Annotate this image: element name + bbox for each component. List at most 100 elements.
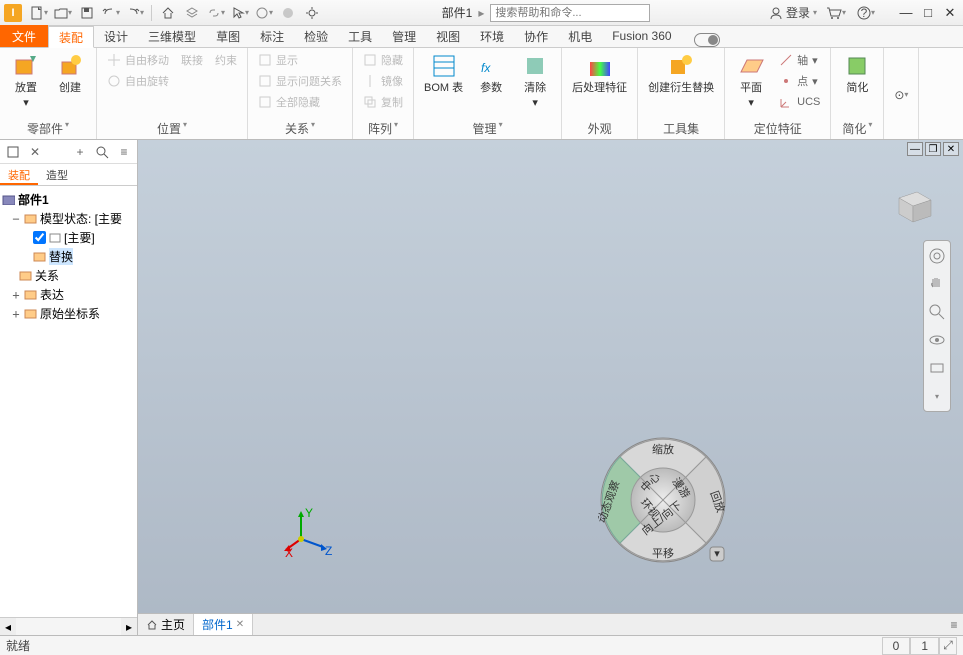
tab-assembly[interactable]: 装配 [48,26,94,48]
plane-button[interactable]: 平面▾ [731,50,771,112]
save-icon[interactable] [76,3,98,23]
point-button[interactable]: 点▾ [775,71,824,91]
hide-button[interactable]: 隐藏 [359,50,407,70]
nav-pan-icon[interactable] [926,273,948,295]
toggle-switch[interactable] [694,33,720,47]
open-icon[interactable]: ▾ [52,3,74,23]
tree-root[interactable]: 部件1 [2,190,135,209]
browser-add-icon[interactable]: + [71,143,89,161]
parameters-button[interactable]: fx参数 [471,50,511,97]
tree-node[interactable]: 关系 [2,266,135,285]
ribbon-tabs: 文件 装配 设计 三维模型 草图 标注 检验 工具 管理 视图 环境 协作 机电… [0,26,963,48]
panel-title-toolset: 工具集 [663,120,699,137]
tab-sketch[interactable]: 草图 [206,25,250,47]
tree-node[interactable]: −模型状态: [主要 [2,209,135,228]
tab-tools[interactable]: 工具 [338,25,382,47]
nav-wheel-icon[interactable] [926,245,948,267]
layers-icon[interactable] [181,3,203,23]
browser-hscroll[interactable]: ◂ ▸ [0,617,137,635]
browser-menu-icon[interactable]: ≡ [115,143,133,161]
tab-design[interactable]: 设计 [94,25,138,47]
vp-close-icon[interactable]: ✕ [943,142,959,156]
maximize-button[interactable]: □ [919,5,937,21]
nav-orbit-icon[interactable] [926,329,948,351]
ucs-button[interactable]: UCS [775,92,824,112]
scroll-left-icon[interactable]: ◂ [0,618,16,635]
tab-annotate[interactable]: 标注 [250,25,294,47]
browser-search-icon[interactable] [93,143,111,161]
tab-manage[interactable]: 管理 [382,25,426,47]
vp-tabs-menu-icon[interactable]: ≡ [945,616,963,634]
vp-tab-home[interactable]: 主页 [138,614,194,635]
vp-tab-doc[interactable]: 部件1✕ [194,614,253,635]
close-icon[interactable]: ✕ [236,619,244,630]
nav-lookat-icon[interactable] [926,357,948,379]
joint-button[interactable]: 联接 [177,50,207,70]
cart-icon[interactable]: ▾ [825,3,847,23]
search-input[interactable] [490,4,650,22]
viewport-3d[interactable]: — ❐ ✕ ▾ [138,140,963,613]
show-button[interactable]: 显示 [254,50,346,70]
browser-close-icon[interactable]: ✕ [26,143,44,161]
tab-environment[interactable]: 环境 [470,25,514,47]
main-area: ✕ + ≡ 装配 造型 部件1 −模型状态: [主要 [主要] 替换 关系 +表… [0,140,963,635]
ribbon-expand-icon[interactable]: ⊙▾ [890,85,912,105]
svg-text:X: X [285,546,293,557]
scroll-right-icon[interactable]: ▸ [121,618,137,635]
tree-node[interactable]: [主要] [2,228,135,247]
free-rotate-button[interactable]: 自由旋转 [103,71,173,91]
vp-restore-icon[interactable]: ❐ [925,142,941,156]
constrain-button[interactable]: 约束 [211,50,241,70]
mirror-button[interactable]: 镜像 [359,71,407,91]
bom-button[interactable]: BOM 表 [420,50,467,97]
steering-wheel[interactable]: 缩放 平移 动态观察 回放 中心 漫游 向上/向下 环视 ▾ [598,435,728,565]
status-expand-icon[interactable]: ⤢ [939,637,957,655]
copy-button[interactable]: 复制 [359,92,407,112]
ribbon-panel: 放置▾ 创建 零部件▾ 自由移动 自由旋转 联接 约束 位置▾ 显示 显示问题关… [0,48,963,140]
tab-view[interactable]: 视图 [426,25,470,47]
tree-node[interactable]: 替换 [2,247,135,266]
nav-expand-icon[interactable]: ▾ [926,385,948,407]
browser-tab-assembly[interactable]: 装配 [0,164,38,185]
tab-3dmodel[interactable]: 三维模型 [138,25,206,47]
file-tab[interactable]: 文件 [0,25,48,47]
login-button[interactable]: 登录▾ [769,4,817,21]
axis-button[interactable]: 轴▾ [775,50,824,70]
panel-title-simplify: 简化 [842,120,866,137]
clear-button[interactable]: 清除▾ [515,50,555,112]
new-icon[interactable]: ▾ [28,3,50,23]
browser-tab-modeling[interactable]: 造型 [38,164,76,185]
tree-checkbox[interactable] [33,231,46,244]
show-sick-button[interactable]: 显示问题关系 [254,71,346,91]
status-text: 就绪 [6,637,30,654]
panel-title-component: 零部件 [27,120,63,137]
close-button[interactable]: ✕ [941,5,959,21]
place-button[interactable]: 放置▾ [6,50,46,112]
simplify-button[interactable]: 简化 [837,50,877,97]
tab-electromech[interactable]: 机电 [558,25,602,47]
postprocess-button[interactable]: 后处理特征 [568,50,631,97]
settings-icon[interactable] [301,3,323,23]
browser-doc-icon[interactable] [4,143,22,161]
help-icon[interactable]: ?▾ [855,3,877,23]
create-derived-button[interactable]: 创建衍生替换 [644,50,718,97]
tab-fusion360[interactable]: Fusion 360 [602,25,681,47]
link-icon[interactable]: ▾ [205,3,227,23]
minimize-button[interactable]: — [897,5,915,21]
nav-zoom-icon[interactable] [926,301,948,323]
material-icon[interactable]: ▾ [253,3,275,23]
tab-collaborate[interactable]: 协作 [514,25,558,47]
undo-icon[interactable]: ▾ [100,3,122,23]
hide-all-button[interactable]: 全部隐藏 [254,92,346,112]
home-icon[interactable] [157,3,179,23]
redo-icon[interactable]: ▾ [124,3,146,23]
appearance-icon[interactable] [277,3,299,23]
tree-node[interactable]: +原始坐标系 [2,304,135,323]
select-icon[interactable]: ▾ [229,3,251,23]
create-button[interactable]: 创建 [50,50,90,97]
view-cube[interactable] [889,180,935,226]
tree-node[interactable]: +表达 [2,285,135,304]
free-move-button[interactable]: 自由移动 [103,50,173,70]
tab-inspect[interactable]: 检验 [294,25,338,47]
vp-minimize-icon[interactable]: — [907,142,923,156]
